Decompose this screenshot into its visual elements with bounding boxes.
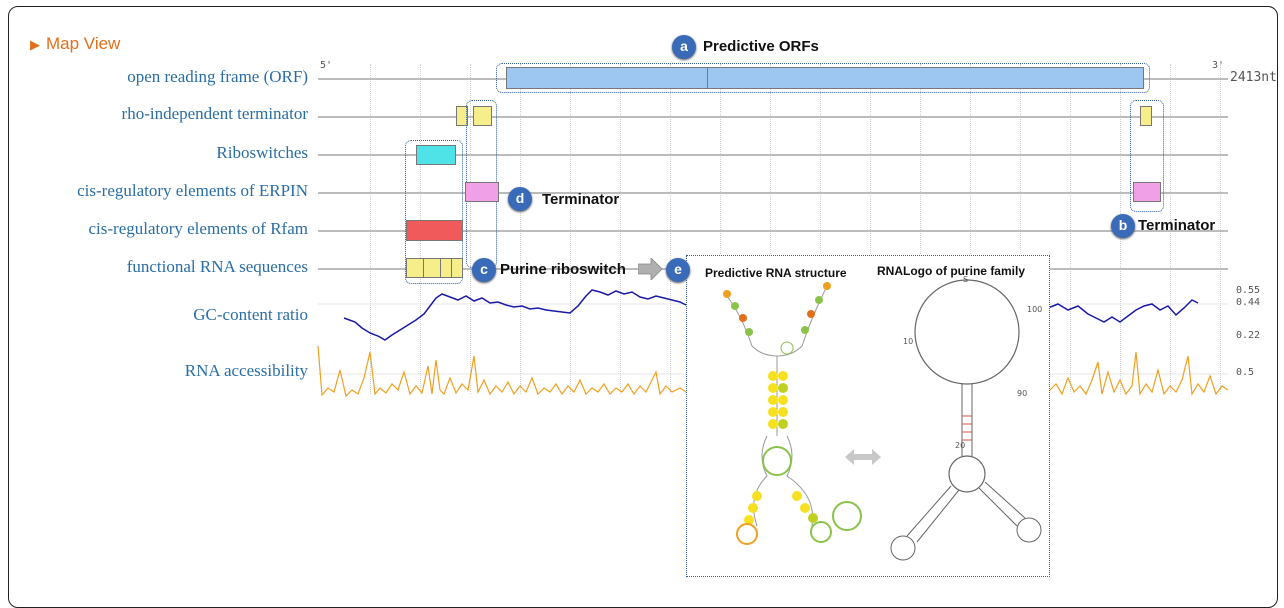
gc-tick-022: 0.22 — [1236, 330, 1261, 341]
svg-text:10: 10 — [903, 337, 913, 346]
callout-badge-b: b — [1111, 214, 1135, 238]
accessibility-tick-05: 0.5 — [1236, 367, 1255, 378]
gc-content-line — [343, 289, 687, 341]
callout-text-a: Predictive ORFs — [703, 38, 819, 55]
callout-text-d: Terminator — [542, 191, 620, 208]
rnalogo-diagram: S 100 10 90 20 — [890, 276, 1042, 561]
gc-content-line-right — [1047, 299, 1199, 323]
rna-structure-inset: Predictive RNA structure RNALogo of puri… — [686, 255, 1050, 577]
gc-content-chart — [317, 289, 1229, 398]
svg-text:100: 100 — [1027, 305, 1042, 314]
callout-text-c: Purine riboswitch — [500, 261, 626, 278]
svg-text:90: 90 — [1017, 389, 1027, 398]
callout-text-b: Terminator — [1138, 217, 1216, 234]
gc-tick-055: 0.55 — [1236, 285, 1261, 296]
callout-badge-d: d — [508, 187, 532, 211]
rna-accessibility-line — [317, 345, 687, 398]
callout-badge-c: c — [472, 258, 496, 282]
callout-badge-e: e — [666, 258, 690, 282]
svg-text:20: 20 — [955, 441, 965, 450]
gc-tick-044: 0.44 — [1236, 297, 1261, 308]
callout-badge-a: a — [672, 35, 696, 59]
rna-accessibility-line-right — [1047, 351, 1229, 396]
svg-text:S: S — [963, 276, 968, 284]
right-arrow-icon — [638, 258, 663, 280]
